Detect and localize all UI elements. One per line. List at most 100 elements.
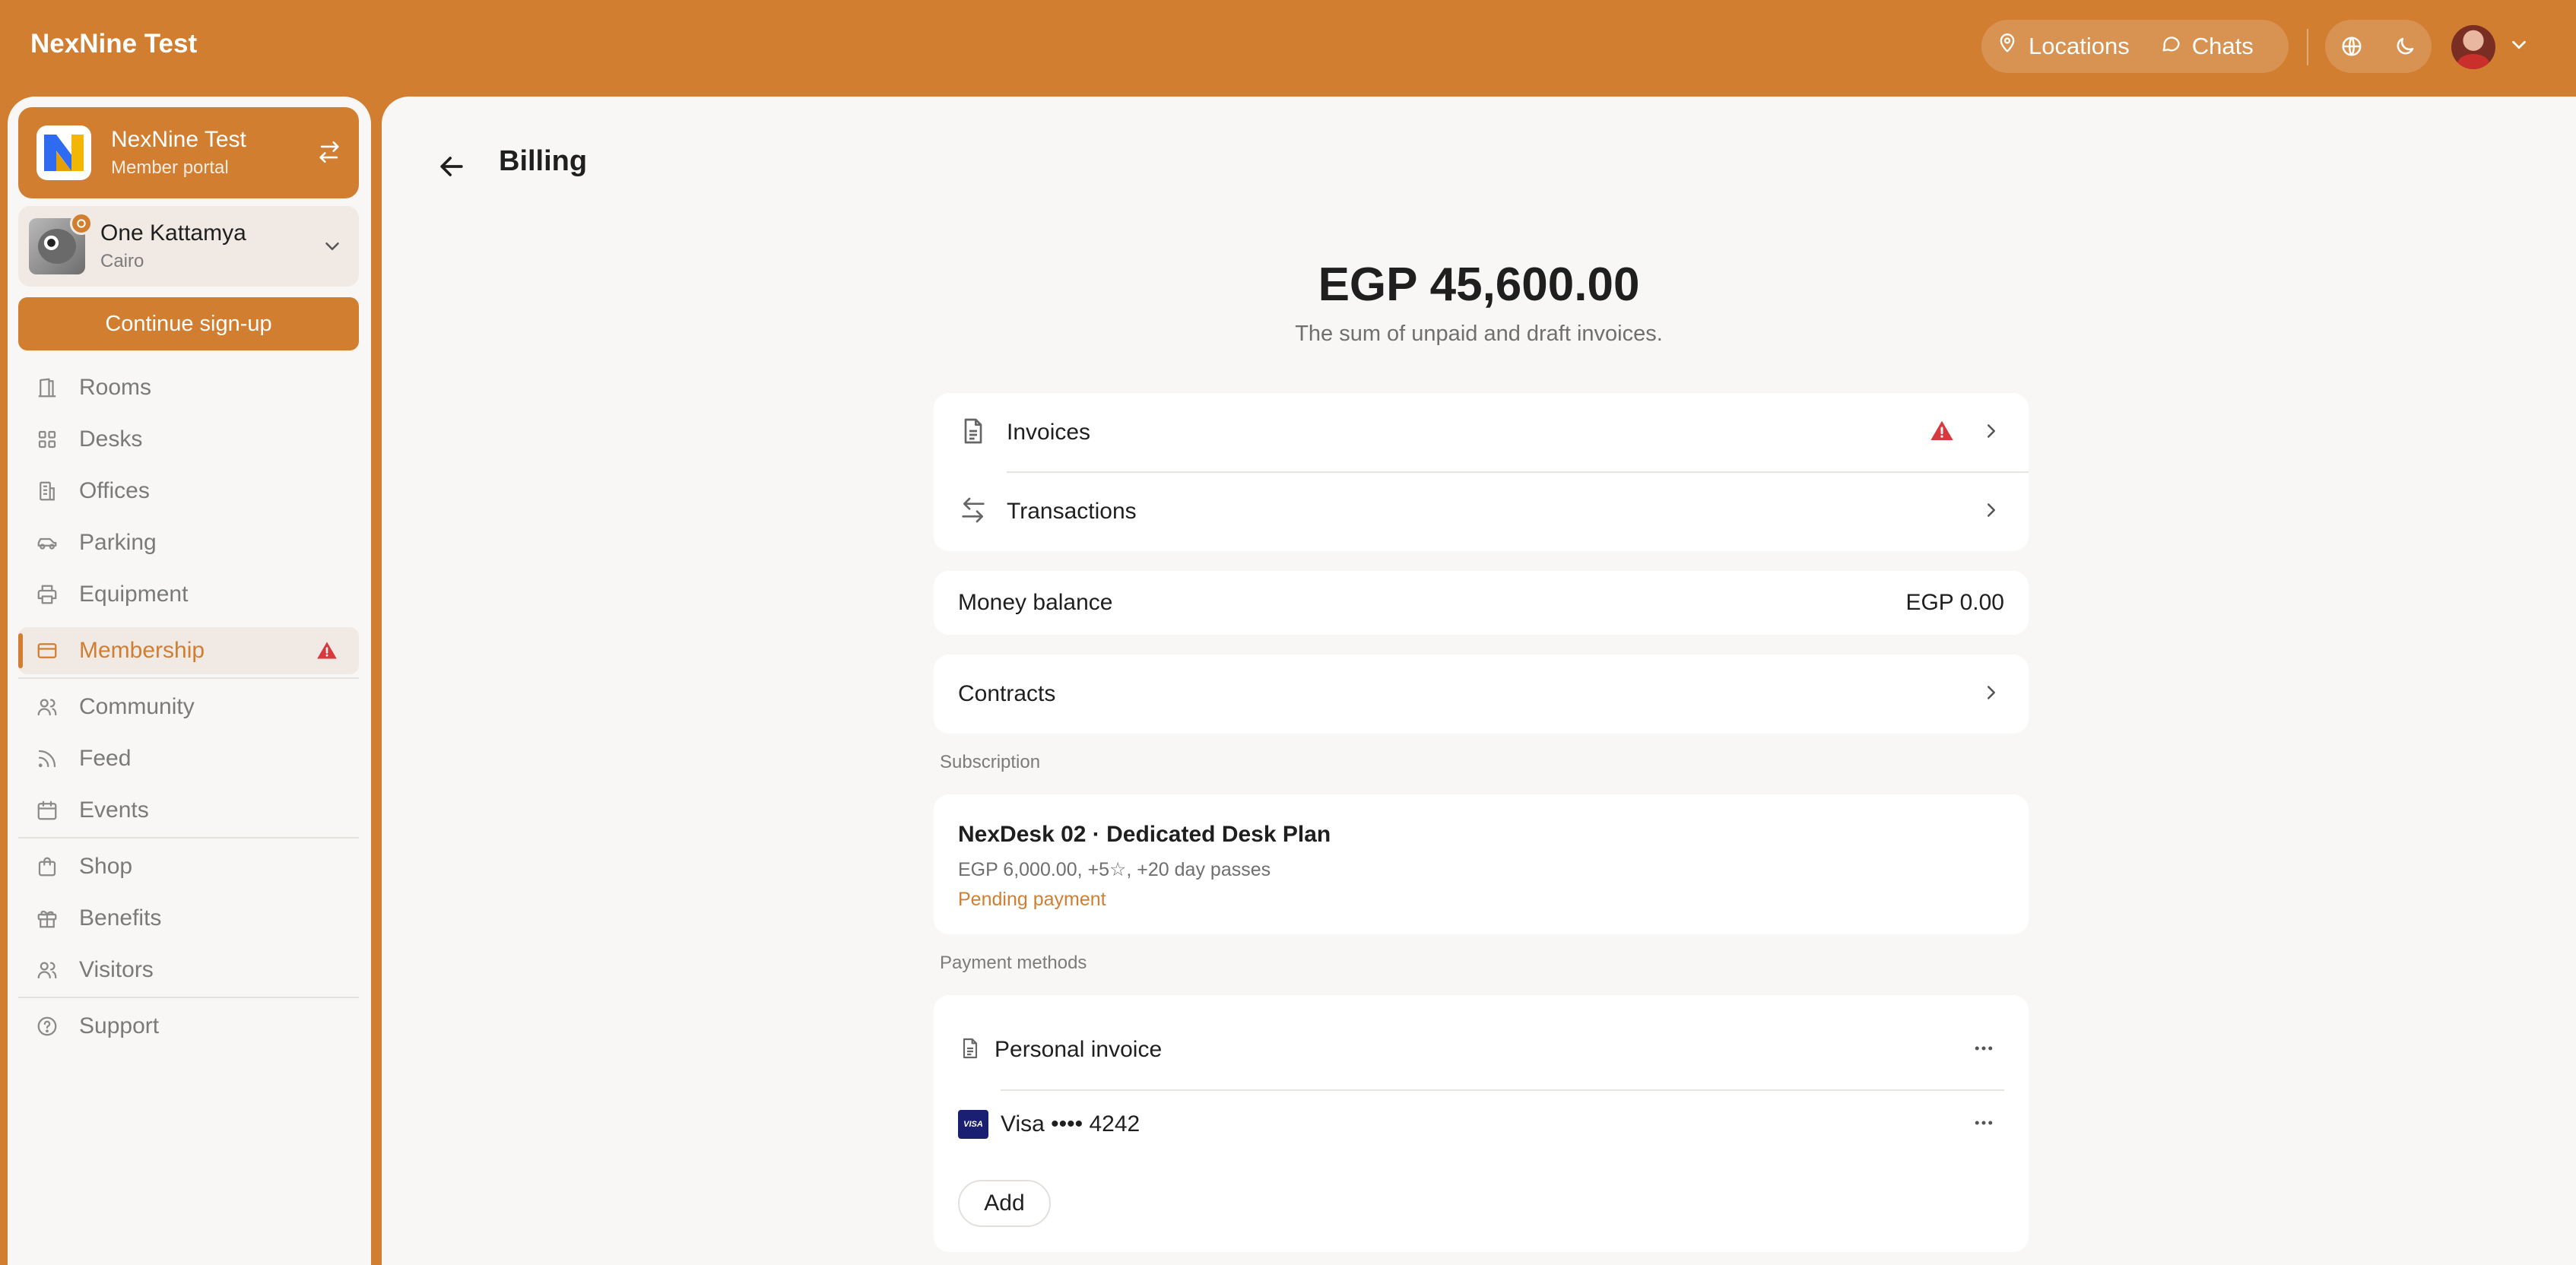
globe-icon[interactable] (2340, 35, 2363, 58)
more-options-icon[interactable] (1972, 1111, 1995, 1138)
org-switcher[interactable]: NexNine Test Member portal (18, 107, 359, 198)
more-options-icon[interactable] (1972, 1037, 1995, 1064)
gift-icon (35, 906, 59, 931)
org-subtitle: Member portal (111, 157, 229, 178)
invoices-label: Invoices (1007, 420, 1091, 445)
billing-links-card: Invoices Transactions (934, 393, 2029, 551)
location-name: One Kattamya (100, 220, 246, 246)
chats-label: Chats (2191, 33, 2254, 59)
invoices-row[interactable]: Invoices (934, 393, 2029, 472)
page-title: Billing (499, 145, 588, 177)
chevron-right-icon (1980, 420, 2003, 446)
user-avatar[interactable] (2451, 25, 2495, 69)
moon-icon[interactable] (2394, 35, 2416, 58)
subscription-name: NexDesk 02 · Dedicated Desk Plan (958, 822, 1331, 847)
document-icon (958, 416, 988, 450)
org-name: NexNine Test (111, 127, 246, 152)
sidebar-divider (18, 837, 359, 839)
chats-link[interactable]: Chats (2160, 33, 2254, 60)
row-divider (1001, 1089, 2004, 1091)
top-tools-pill (2325, 20, 2432, 73)
payment-method-label: Visa •••• 4242 (1001, 1111, 1140, 1137)
continue-signup-button[interactable]: Continue sign-up (18, 297, 359, 350)
sidebar-item-equipment[interactable]: Equipment (18, 571, 359, 618)
nexnine-logo (36, 125, 91, 180)
chevron-right-icon (1980, 499, 2003, 525)
payment-method-row: VISA Visa •••• 4242 (934, 1097, 2029, 1152)
sidebar-item-community[interactable]: Community (18, 683, 359, 731)
contracts-card: Contracts (934, 655, 2029, 734)
building-icon (35, 479, 59, 503)
chevron-right-icon (1980, 681, 2003, 708)
top-divider (2307, 29, 2308, 65)
switch-arrows-icon[interactable] (316, 139, 342, 169)
main-content: Billing EGP 45,600.00 The sum of unpaid … (382, 97, 2576, 1265)
sidebar-item-label: Membership (79, 638, 205, 663)
sidebar-item-label: Shop (79, 854, 133, 879)
money-balance-value: EGP 0.00 (1905, 590, 2004, 615)
money-balance-card: Money balance EGP 0.00 (934, 571, 2029, 635)
sidebar-item-label: Support (79, 1013, 160, 1038)
sidebar-item-label: Desks (79, 426, 143, 452)
sidebar-item-offices[interactable]: Offices (18, 468, 359, 515)
transactions-row[interactable]: Transactions (934, 472, 2029, 551)
payment-method-row: Personal invoice (934, 1022, 2029, 1077)
contracts-row[interactable]: Contracts (934, 655, 2029, 734)
sidebar-item-events[interactable]: Events (18, 787, 359, 834)
calendar-icon (35, 798, 59, 823)
add-payment-method-button[interactable]: Add (958, 1180, 1051, 1227)
warning-icon (316, 640, 338, 667)
map-pin-icon (1997, 33, 2018, 60)
sidebar-item-parking[interactable]: Parking (18, 519, 359, 566)
door-icon (35, 376, 59, 400)
sidebar-item-support[interactable]: Support (18, 1003, 359, 1050)
sidebar-divider (18, 997, 359, 998)
status-badge-icon (70, 212, 93, 235)
sidebar-item-benefits[interactable]: Benefits (18, 895, 359, 942)
sidebar-item-label: Feed (79, 746, 132, 771)
contracts-label: Contracts (958, 681, 1056, 706)
sidebar-item-visitors[interactable]: Visitors (18, 946, 359, 994)
sidebar: NexNine Test Member portal One Kattamya … (8, 97, 371, 1265)
printer-icon (35, 582, 59, 607)
location-city: Cairo (100, 251, 144, 271)
shopping-bag-icon (35, 854, 59, 879)
document-icon (958, 1036, 982, 1064)
help-circle-icon (35, 1014, 59, 1038)
grid-icon (35, 427, 59, 452)
users-icon (35, 695, 59, 719)
location-selector[interactable]: One Kattamya Cairo (18, 206, 359, 287)
warning-icon (1930, 419, 1954, 447)
sidebar-item-label: Parking (79, 530, 157, 555)
chevron-down-icon[interactable] (321, 235, 344, 262)
sidebar-item-rooms[interactable]: Rooms (18, 364, 359, 411)
rss-icon (35, 747, 59, 771)
car-icon (35, 531, 59, 555)
sidebar-item-feed[interactable]: Feed (18, 735, 359, 782)
locations-link[interactable]: Locations (1997, 33, 2130, 60)
top-nav-pill: Locations Chats (1981, 20, 2289, 73)
sidebar-item-membership[interactable]: Membership (18, 627, 359, 674)
location-avatar (29, 212, 93, 274)
payment-methods-section-label: Payment methods (940, 953, 1087, 973)
subscription-section-label: Subscription (940, 752, 1041, 772)
chat-bubble-icon (2160, 33, 2181, 60)
sidebar-item-label: Rooms (79, 375, 152, 400)
money-balance-label: Money balance (958, 590, 1113, 615)
total-amount: EGP 45,600.00 (1318, 258, 1640, 311)
sidebar-item-label: Visitors (79, 957, 154, 982)
sidebar-item-shop[interactable]: Shop (18, 843, 359, 890)
subscription-card[interactable]: NexDesk 02 · Dedicated Desk Plan EGP 6,0… (934, 794, 2029, 934)
brand-title[interactable]: NexNine Test (30, 29, 197, 59)
sidebar-item-label: Community (79, 694, 195, 719)
money-balance-row: Money balance EGP 0.00 (934, 571, 2029, 635)
sidebar-item-desks[interactable]: Desks (18, 416, 359, 463)
back-arrow-icon[interactable] (435, 150, 468, 187)
top-bar: NexNine Test Locations Chats (0, 0, 2576, 95)
chevron-down-icon[interactable] (2508, 33, 2530, 60)
sidebar-item-label: Events (79, 797, 149, 823)
visa-card-icon: VISA (958, 1110, 988, 1139)
transactions-label: Transactions (1007, 499, 1137, 524)
transfer-arrows-icon (958, 495, 988, 529)
sidebar-item-label: Benefits (79, 905, 162, 931)
